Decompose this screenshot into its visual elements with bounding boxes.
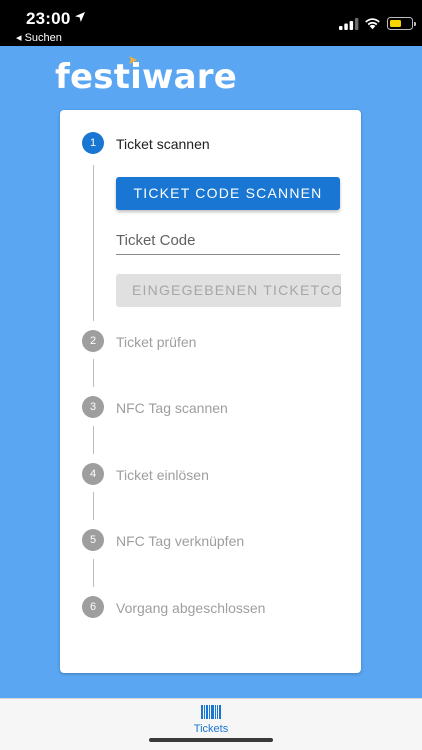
step-3-number: 3 bbox=[82, 396, 104, 418]
step-6-label[interactable]: Vorgang abgeschlossen bbox=[116, 600, 265, 616]
battery-icon bbox=[387, 17, 416, 30]
step-5-label[interactable]: NFC Tag verknüpfen bbox=[116, 533, 244, 549]
step-5-number: 5 bbox=[82, 529, 104, 551]
wifi-icon bbox=[365, 18, 380, 30]
step-connector bbox=[93, 359, 94, 387]
step-2-label[interactable]: Ticket prüfen bbox=[116, 334, 196, 350]
step-1-number: 1 bbox=[82, 132, 104, 154]
bottom-tab-bar: Tickets bbox=[0, 698, 422, 750]
step-3-label[interactable]: NFC Tag scannen bbox=[116, 400, 228, 416]
submit-ticket-code-button-wrap: EINGEGEBENEN TICKETCODE bbox=[116, 274, 341, 307]
logo-spark-icon bbox=[129, 56, 137, 64]
cellular-signal-icon bbox=[339, 18, 359, 30]
step-4-number: 4 bbox=[82, 463, 104, 485]
step-connector bbox=[93, 426, 94, 454]
step-4-label[interactable]: Ticket einlösen bbox=[116, 467, 209, 483]
scan-ticket-code-button[interactable]: TICKET CODE SCANNEN bbox=[116, 177, 340, 210]
step-connector bbox=[93, 559, 94, 587]
submit-ticket-code-button[interactable]: EINGEGEBENEN TICKETCODE bbox=[116, 274, 341, 307]
barcode-icon bbox=[201, 705, 221, 719]
stepper-card: 1 Ticket scannen TICKET CODE SCANNEN EIN… bbox=[60, 110, 361, 673]
tab-tickets-label: Tickets bbox=[193, 723, 229, 735]
location-arrow-icon bbox=[75, 12, 85, 22]
ticket-code-input[interactable] bbox=[116, 227, 340, 254]
step-2-number: 2 bbox=[82, 330, 104, 352]
status-time: 23:00 bbox=[26, 9, 71, 28]
home-indicator[interactable] bbox=[149, 738, 273, 742]
step-connector bbox=[93, 492, 94, 520]
tab-tickets[interactable]: Tickets bbox=[181, 705, 241, 739]
step-6-number: 6 bbox=[82, 596, 104, 618]
step-connector bbox=[93, 165, 94, 321]
step-1-label[interactable]: Ticket scannen bbox=[116, 136, 210, 152]
ticket-code-field bbox=[116, 227, 340, 255]
back-to-app-link[interactable]: ◂ Suchen bbox=[16, 31, 62, 44]
battery-level-fill bbox=[389, 19, 401, 27]
festiware-logo: festiware bbox=[55, 57, 237, 97]
status-bar: 23:00 ◂ Suchen bbox=[0, 0, 422, 46]
